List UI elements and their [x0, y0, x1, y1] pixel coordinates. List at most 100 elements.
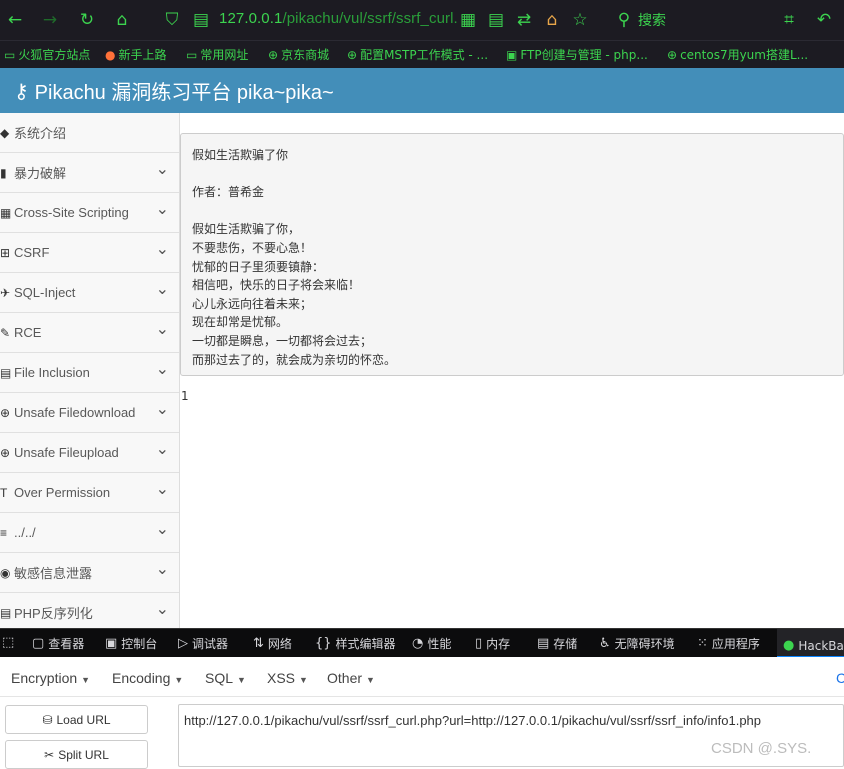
- result-text: 1: [181, 389, 189, 403]
- sidebar-item[interactable]: ✎ RCE ⌄: [0, 313, 179, 353]
- search-icon[interactable]: ⚲: [612, 8, 636, 32]
- chevron-down-icon[interactable]: ⌄: [156, 199, 169, 219]
- qr-code-icon[interactable]: ▦: [456, 8, 480, 32]
- url-path: /pikachu/vul/ssrf/ssrf_curl.: [282, 10, 458, 27]
- poem-line: 相信吧，快乐的日子将会来临！: [192, 278, 361, 293]
- debugger-icon: ▷: [178, 636, 188, 651]
- url-textarea[interactable]: http://127.0.0.1/pikachu/vul/ssrf/ssrf_c…: [178, 704, 844, 767]
- menu-other[interactable]: Other ▼: [327, 670, 375, 686]
- menu-icon: ⊕: [0, 405, 11, 420]
- tab-accessibility[interactable]: ♿ 无障碍环境: [599, 635, 675, 652]
- chevron-down-icon[interactable]: ⌄: [156, 239, 169, 259]
- poem-line: 不要悲伤，不要心急！: [192, 240, 313, 255]
- sidebar-item[interactable]: ⊕ Unsafe Filedownload ⌄: [0, 393, 179, 433]
- page-icon[interactable]: ▤: [189, 8, 213, 32]
- sidebar-item[interactable]: ⊞ CSRF ⌄: [0, 233, 179, 273]
- globe-icon: ⊕: [347, 47, 358, 62]
- bookmark-ftp[interactable]: ▣ FTP创建与管理 - php...: [506, 46, 648, 63]
- bookmark-firefox-official[interactable]: ▭ 火狐官方站点: [4, 46, 90, 63]
- load-url-button[interactable]: ⛁ Load URL: [5, 705, 148, 734]
- menu-icon: ▦: [0, 205, 12, 220]
- folder-icon: ▭: [4, 47, 16, 62]
- grid-icon: ⁙: [697, 636, 708, 651]
- bookmark-getting-started[interactable]: ● 新手上路: [105, 46, 167, 63]
- chevron-down-icon[interactable]: ⌄: [156, 599, 169, 619]
- menu-encryption[interactable]: Encryption ▼: [11, 670, 90, 686]
- storage-icon: ▤: [537, 636, 550, 651]
- picker-icon[interactable]: ⬚: [2, 635, 14, 650]
- menu-xss[interactable]: XSS ▼: [267, 670, 308, 686]
- chevron-down-icon[interactable]: ⌄: [156, 159, 169, 179]
- chevron-down-icon[interactable]: ⌄: [156, 439, 169, 459]
- tab-memory[interactable]: ▯ 内存: [475, 635, 510, 652]
- tab-inspector[interactable]: ▢ 查看器: [32, 635, 84, 652]
- menu-icon: ✎: [0, 325, 11, 340]
- crop-icon[interactable]: ⌗: [777, 8, 801, 32]
- menu-icon: ⊕: [0, 445, 11, 460]
- sidebar-item-label: 系统介绍: [14, 126, 67, 141]
- chevron-down-icon[interactable]: ⌄: [156, 479, 169, 499]
- bookmark-centos[interactable]: ⊕ centos7用yum搭建L...: [667, 46, 808, 63]
- home-extension-icon[interactable]: ⌂: [540, 8, 564, 32]
- menu-overflow-icon[interactable]: C: [836, 670, 844, 686]
- tab-performance[interactable]: ◔ 性能: [412, 635, 451, 652]
- sidebar-item[interactable]: ⊕ Unsafe Fileupload ⌄: [0, 433, 179, 473]
- bookmark-common-sites[interactable]: ▭ 常用网址: [186, 46, 248, 63]
- home-icon[interactable]: ⌂: [110, 8, 134, 32]
- sidebar-item-label: RCE: [14, 325, 42, 340]
- chevron-down-icon[interactable]: ⌄: [156, 279, 169, 299]
- poem-line: [192, 202, 832, 221]
- split-url-button[interactable]: ✂ Split URL: [5, 740, 148, 769]
- memory-icon: ▯: [475, 636, 483, 651]
- sidebar-item[interactable]: ▦ Cross-Site Scripting ⌄: [0, 193, 179, 233]
- bookmark-mstp[interactable]: ⊕ 配置MSTP工作模式 - ...: [347, 46, 488, 63]
- poem-line: 心儿永远向往着未来；: [192, 296, 313, 311]
- tab-style-editor[interactable]: {} 样式编辑器: [315, 635, 396, 652]
- tab-application[interactable]: ⁙ 应用程序: [697, 635, 760, 652]
- tab-hackbar[interactable]: ● HackBar: [777, 629, 844, 658]
- sidebar-item-label: File Inclusion: [14, 365, 90, 380]
- shield-icon[interactable]: ⛉: [160, 8, 184, 32]
- bookmark-star-icon[interactable]: ☆: [568, 8, 592, 32]
- poem-line: 现在却常是忧郁。: [192, 315, 289, 330]
- globe-icon: ⊕: [667, 47, 678, 62]
- sidebar-item[interactable]: ▮ 暴力破解 ⌄: [0, 153, 179, 193]
- sidebar-item[interactable]: ▤ PHP反序列化 ⌄: [0, 593, 179, 628]
- chevron-down-icon[interactable]: ⌄: [156, 319, 169, 339]
- menu-icon: ▮: [0, 165, 7, 180]
- menu-encoding[interactable]: Encoding ▼: [112, 670, 183, 686]
- chevron-down-icon[interactable]: ⌄: [156, 359, 169, 379]
- bookmark-jd[interactable]: ⊕ 京东商城: [268, 46, 329, 63]
- search-label[interactable]: 搜索: [638, 10, 666, 30]
- caret-down-icon: ▼: [299, 675, 308, 685]
- network-icon: ⇅: [253, 636, 264, 651]
- back-icon[interactable]: ←: [3, 8, 27, 32]
- poem-line: 而那过去了的，就会成为亲切的怀恋。: [192, 352, 397, 367]
- translate-icon[interactable]: ⇄: [512, 8, 536, 32]
- sidebar-item[interactable]: ✈ SQL-Inject ⌄: [0, 273, 179, 313]
- sidebar-item-label: Unsafe Fileupload: [14, 445, 119, 460]
- sidebar-item[interactable]: ≡ ../../ ⌄: [0, 513, 179, 553]
- tab-debugger[interactable]: ▷ 调试器: [178, 635, 228, 652]
- chevron-down-icon[interactable]: ⌄: [156, 559, 169, 579]
- chevron-down-icon[interactable]: ⌄: [156, 399, 169, 419]
- sidebar-item[interactable]: ▤ File Inclusion ⌄: [0, 353, 179, 393]
- folder-icon: ▭: [186, 47, 198, 62]
- chevron-down-icon[interactable]: ⌄: [156, 519, 169, 539]
- reload-icon[interactable]: ↻: [75, 8, 99, 32]
- sidebar-item-label: 暴力破解: [14, 166, 67, 181]
- forward-icon[interactable]: →: [38, 8, 62, 32]
- sidebar-item[interactable]: ◉ 敏感信息泄露 ⌄: [0, 553, 179, 593]
- menu-sql[interactable]: SQL ▼: [205, 670, 246, 686]
- caret-down-icon: ▼: [366, 675, 375, 685]
- reader-icon[interactable]: ▤: [484, 8, 508, 32]
- tab-console[interactable]: ▣ 控制台: [105, 635, 157, 652]
- page-title[interactable]: Pikachu 漏洞练习平台 pika~pika~: [35, 76, 334, 105]
- undo-icon[interactable]: ↶: [812, 8, 836, 32]
- url-bar[interactable]: 127.0.0.1/pikachu/vul/ssrf/ssrf_curl.: [219, 10, 458, 27]
- sidebar-item[interactable]: ◆ 系统介绍: [0, 113, 179, 153]
- tab-storage[interactable]: ▤ 存储: [537, 635, 577, 652]
- sidebar-item[interactable]: T Over Permission ⌄: [0, 473, 179, 513]
- gauge-icon: ◔: [412, 636, 424, 651]
- tab-network[interactable]: ⇅ 网络: [253, 635, 292, 652]
